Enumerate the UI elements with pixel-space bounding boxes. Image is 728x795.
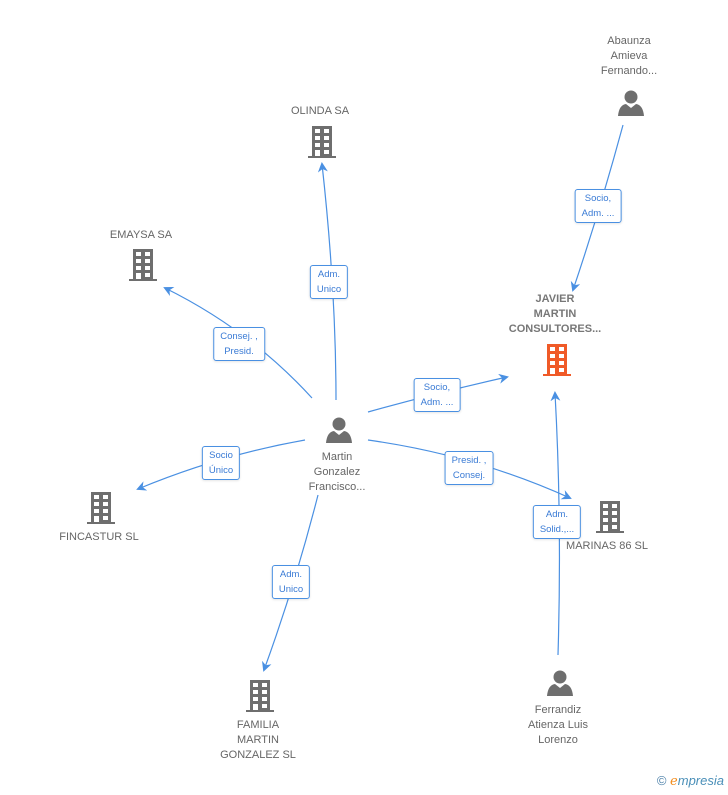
edge-label-line: Socio, (584, 193, 612, 204)
emaysa-building-icon[interactable] (128, 248, 158, 282)
edge-label-martin-familia[interactable]: Adm. Unico (271, 565, 311, 599)
edge-label-line: Presid. , (451, 455, 487, 466)
abaunza-person-icon[interactable] (617, 89, 645, 117)
edge-label-martin-javier[interactable]: Socio, Adm. ... (413, 378, 461, 412)
javier-building-icon[interactable] (542, 343, 572, 377)
empresia-logo[interactable]: © empresia (657, 773, 724, 789)
label-line: CONSULTORES... (508, 323, 602, 335)
edge-label-line: Consej. , (220, 331, 258, 342)
edge-label-line: Adm. (279, 569, 303, 580)
olinda-label[interactable]: OLINDA SA (291, 104, 349, 119)
edge-label-line: Unico (278, 584, 304, 595)
label-line: Abaunza (607, 35, 651, 47)
label-line: Atienza Luis (528, 719, 588, 731)
familia-label[interactable]: FAMILIA MARTIN GONZALEZ SL (220, 718, 296, 763)
label-line: MARTIN (237, 734, 279, 746)
emaysa-label[interactable]: EMAYSA SA (110, 228, 172, 243)
olinda-building-icon[interactable] (307, 125, 337, 159)
label-line: Lorenzo (538, 734, 578, 746)
edge-label-line: Adm. (317, 269, 341, 280)
edges-layer (136, 124, 624, 672)
marinas-building-icon[interactable] (595, 500, 625, 534)
edge-label-line: Consej. (452, 470, 486, 481)
marinas-label[interactable]: MARINAS 86 SL (566, 539, 648, 554)
fincastur-building-icon[interactable] (86, 491, 116, 525)
edge-label-ferrandiz-javier[interactable]: Adm. Solid.,... (532, 505, 582, 539)
abaunza-label[interactable]: Abaunza Amieva Fernando... (601, 34, 657, 79)
logo-text: mpresia (677, 773, 724, 788)
ferrandiz-label[interactable]: Ferrandiz Atienza Luis Lorenzo (528, 703, 588, 748)
ferrandiz-person-icon[interactable] (546, 669, 574, 697)
label-line: JAVIER (535, 293, 575, 305)
label-line: Gonzalez (313, 466, 361, 478)
martin-label[interactable]: Martin Gonzalez Francisco... (309, 450, 366, 495)
logo-e: e (670, 774, 678, 789)
edge-label-abaunza-javier[interactable]: Socio, Adm. ... (574, 189, 622, 223)
edge-label-martin-fincastur[interactable]: Socio Único (201, 446, 241, 480)
javier-label[interactable]: JAVIER MARTIN CONSULTORES... (509, 292, 602, 337)
label-line: Francisco... (308, 481, 366, 493)
fincastur-label[interactable]: FINCASTUR SL (59, 530, 138, 545)
edge-label-line: Socio (209, 450, 233, 461)
network-diagram: OLINDA SA EMAYSA SA FINCASTUR SL FAMILIA… (0, 0, 728, 795)
edge-label-martin-emaysa[interactable]: Consej. , Presid. (213, 327, 265, 361)
edge-label-martin-olinda[interactable]: Adm. Unico (309, 265, 349, 299)
label-line: Martin (321, 451, 353, 463)
martin-person-icon[interactable] (325, 416, 353, 444)
label-line: Fernando... (600, 65, 658, 77)
edge-label-line: Adm. ... (420, 397, 454, 408)
edge-label-line: Presid. (224, 346, 254, 357)
edge-label-line: Único (208, 465, 234, 476)
edge-label-line: Adm. (545, 509, 569, 520)
label-line: GONZALEZ SL (220, 749, 296, 761)
copyright-icon: © (656, 773, 667, 788)
edge-label-martin-marinas[interactable]: Presid. , Consej. (444, 451, 494, 485)
label-line: Ferrandiz (534, 704, 582, 716)
edge-label-line: Solid.,... (539, 524, 575, 535)
edge-label-line: Unico (316, 284, 342, 295)
label-line: FAMILIA (236, 719, 280, 731)
edge-label-line: Socio, (423, 382, 451, 393)
edge-label-line: Adm. ... (581, 208, 615, 219)
label-line: MARTIN (533, 308, 577, 320)
familia-building-icon[interactable] (245, 679, 275, 713)
label-line: Amieva (610, 50, 648, 62)
